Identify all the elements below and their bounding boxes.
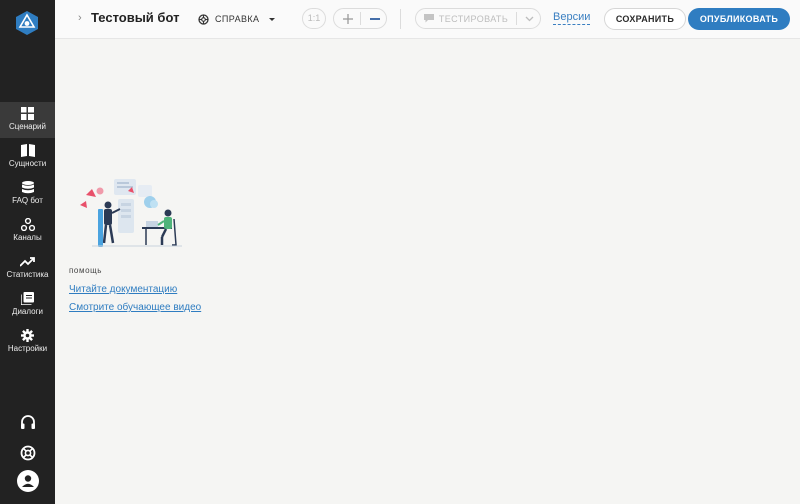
headset-icon (20, 415, 35, 429)
help-dropdown-label: СПРАВКА (215, 14, 260, 24)
test-button-label: ТЕСТИРОВАТЬ (438, 13, 509, 24)
dialogs-icon (21, 292, 34, 305)
sidebar-item-channels[interactable]: Каналы (0, 213, 55, 249)
sidebar-item-label: Сущности (8, 159, 47, 168)
help-illustration (78, 175, 184, 251)
zoom-out-button[interactable] (361, 9, 388, 28)
database-icon (21, 181, 34, 194)
support-button[interactable] (0, 415, 55, 431)
sidebar-item-scenario[interactable]: Сценарий (0, 102, 55, 138)
top-toolbar: › Тестовый бот СПРАВКА 1:1 ТЕСТИРОВАТЬ В… (55, 0, 800, 39)
gear-icon (21, 329, 34, 342)
test-button-group: ТЕСТИРОВАТЬ (415, 8, 541, 29)
help-center-button[interactable] (0, 445, 55, 461)
help-dropdown[interactable]: СПРАВКА (198, 12, 276, 26)
documentation-link[interactable]: Читайте документацию (69, 284, 177, 295)
zoom-reset-button[interactable]: 1:1 (302, 8, 326, 29)
sidebar-item-settings[interactable]: Настройки (0, 324, 55, 360)
save-button[interactable]: СОХРАНИТЬ (604, 8, 686, 30)
chevron-down-icon (525, 16, 533, 21)
channels-icon (20, 218, 35, 231)
sidebar-item-entities[interactable]: Сущности (0, 139, 55, 175)
sidebar-item-dialogs[interactable]: Диалоги (0, 287, 55, 323)
zoom-in-button[interactable] (334, 9, 361, 28)
versions-link[interactable]: Версии (553, 11, 591, 25)
sidebar-item-label: Статистика (6, 270, 49, 279)
test-button[interactable]: ТЕСТИРОВАТЬ (416, 9, 516, 28)
sidebar-item-label: Настройки (7, 344, 48, 353)
plus-icon (342, 13, 353, 24)
sidebar-item-faq[interactable]: FAQ бот (0, 176, 55, 212)
app-logo[interactable] (14, 10, 40, 36)
sidebar: Сценарий Сущности FAQ бот Каналы Статист… (0, 0, 55, 504)
sidebar-item-label: Каналы (13, 233, 42, 242)
chevron-right-icon[interactable]: › (78, 12, 82, 24)
test-options-button[interactable] (517, 9, 541, 28)
chat-icon (423, 14, 434, 23)
minus-icon (369, 17, 380, 20)
sidebar-item-statistics[interactable]: Статистика (0, 250, 55, 286)
toolbar-divider (400, 9, 401, 29)
publish-button[interactable]: ОПУБЛИКОВАТЬ (688, 8, 790, 30)
book-icon (20, 144, 35, 157)
sidebar-item-label: Диалоги (12, 307, 43, 316)
tutorial-video-link[interactable]: Смотрите обучающее видео (69, 302, 201, 313)
sidebar-item-label: Сценарий (9, 122, 46, 131)
help-heading: помощь (69, 266, 103, 275)
user-avatar[interactable] (0, 470, 55, 492)
caret-down-icon (269, 17, 276, 21)
lifebuoy-icon (20, 445, 35, 461)
page-title: Тестовый бот (91, 10, 180, 25)
lifebuoy-icon (198, 13, 209, 25)
zoom-controls (333, 8, 387, 29)
sidebar-item-label: FAQ бот (12, 196, 43, 205)
trend-icon (20, 257, 35, 267)
grid-icon (21, 107, 34, 120)
avatar-icon (16, 470, 39, 492)
scenario-canvas[interactable] (55, 39, 800, 504)
